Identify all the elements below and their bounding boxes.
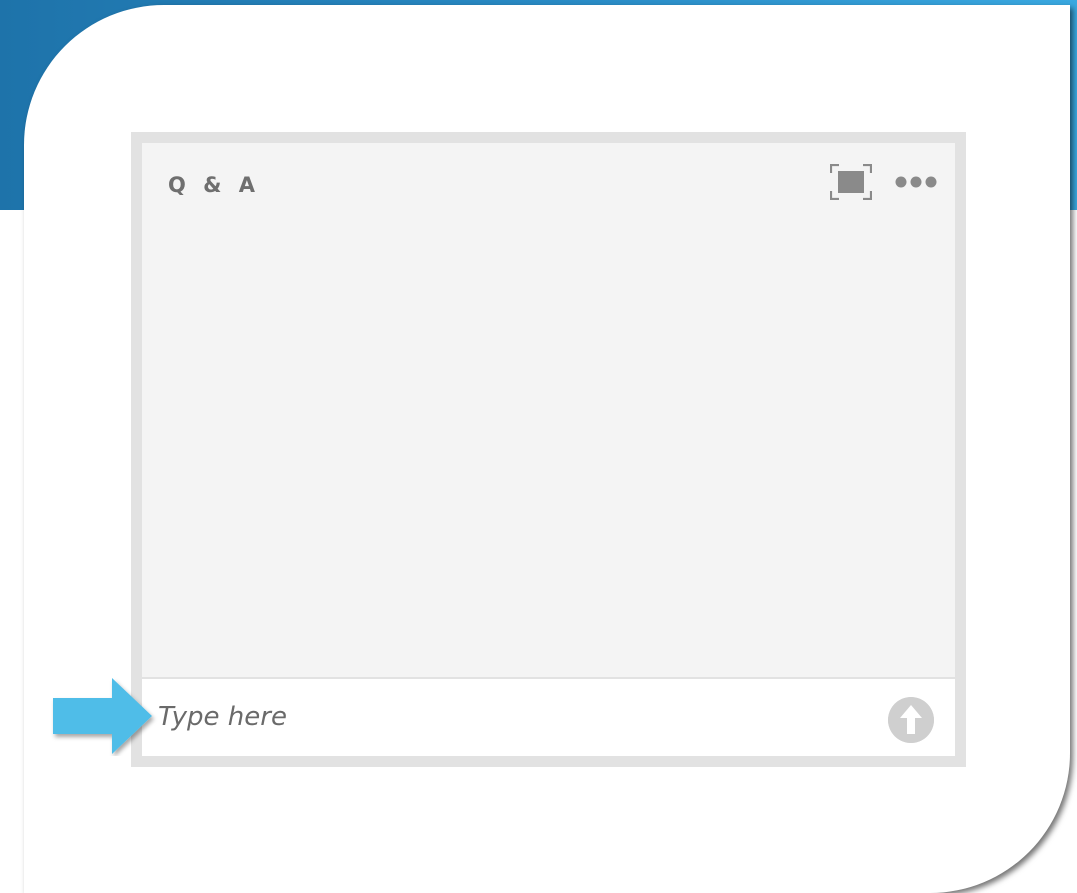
more-options-icon[interactable]: [894, 173, 938, 191]
send-button[interactable]: [888, 697, 934, 743]
question-input[interactable]: [158, 695, 858, 739]
right-arrow-icon: [53, 678, 152, 754]
qa-input-row: [142, 679, 955, 756]
qa-pod: Q & A: [131, 132, 966, 767]
qa-pod-title: Q & A: [168, 173, 261, 197]
qa-message-area: Q & A: [142, 143, 955, 677]
fullscreen-icon[interactable]: [830, 164, 872, 200]
